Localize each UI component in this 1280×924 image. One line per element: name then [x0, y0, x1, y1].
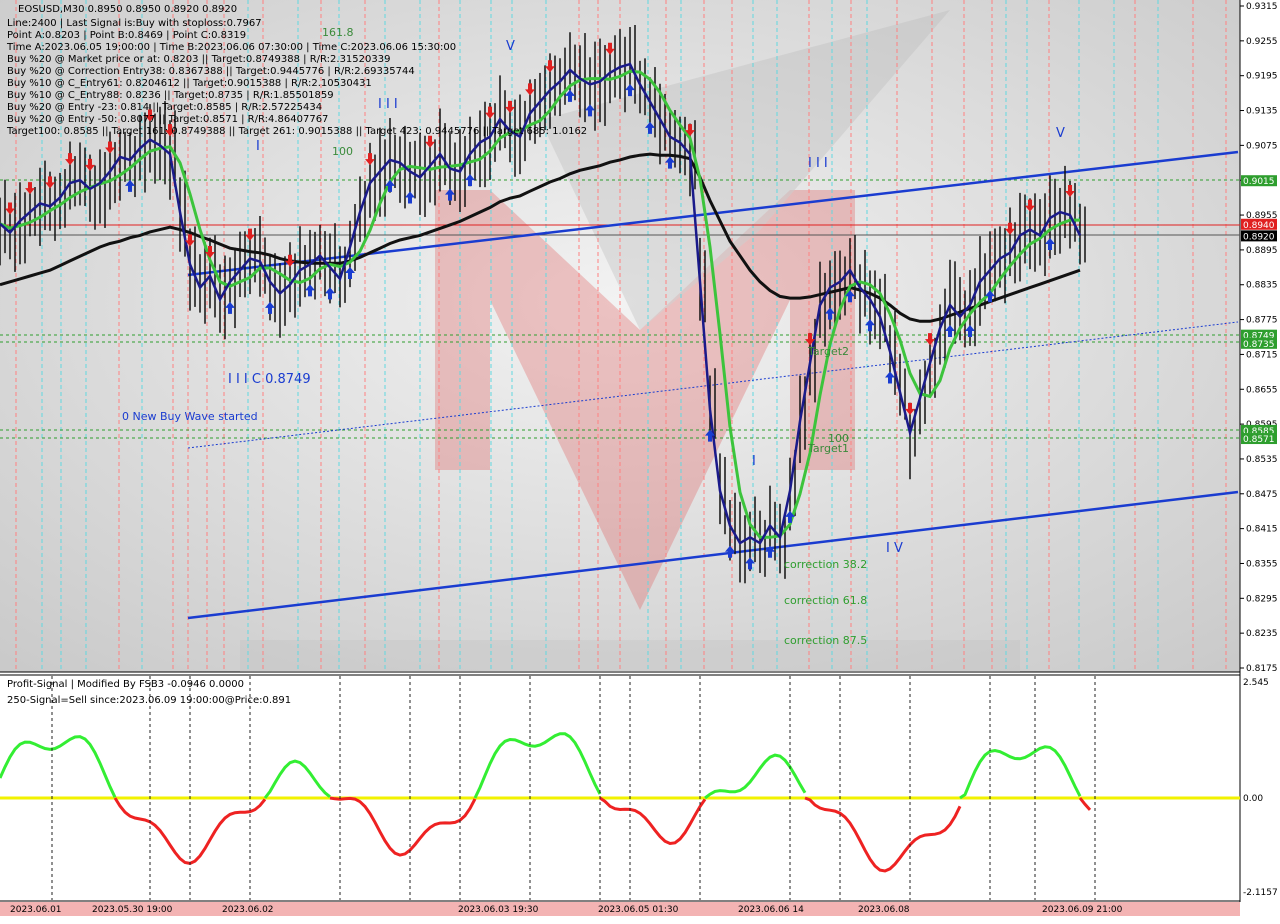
indicator-panel: [0, 675, 1240, 901]
price-tag-label: 0.8940: [1243, 221, 1275, 231]
info-line: Line:2400 | Last Signal is:Buy with stop…: [7, 18, 262, 29]
time-label: 2023.06.09 21:00: [1042, 905, 1123, 915]
time-label: 2023.06.01: [10, 905, 62, 915]
target1-label: Target1: [807, 442, 849, 455]
wave-label: I I I: [808, 156, 828, 171]
price-tick-label: 0.9255: [1246, 37, 1278, 47]
time-label: 2023.06.02: [222, 905, 274, 915]
price-tag-label: 0.8571: [1243, 435, 1275, 445]
info-line: Buy %20 @ Entry -23: 0.814 || Target:0.8…: [7, 102, 322, 113]
price-tick-label: 0.8895: [1246, 246, 1278, 256]
fib-label: 161.8: [322, 26, 354, 39]
time-axis: 2023.06.01 2023.05.30 19:00 2023.06.02 2…: [0, 902, 1240, 916]
price-tick-label: 0.8715: [1246, 350, 1278, 360]
osc-axis-top: 2.545: [1243, 678, 1269, 688]
price-tick-label: 0.9315: [1246, 2, 1278, 12]
time-label: 2023.06.05 01:30: [598, 905, 679, 915]
price-tick-label: 0.8355: [1246, 559, 1278, 569]
price-tick-label: 0.9195: [1246, 72, 1278, 82]
price-tick-label: 0.9135: [1246, 107, 1278, 117]
info-line: Buy %20 @ Entry -50: 0.8077 || Target:0.…: [7, 114, 328, 125]
price-tick-label: 0.8835: [1246, 281, 1278, 291]
new-wave-label: 0 New Buy Wave started: [122, 410, 258, 423]
wave-label: I I I: [378, 97, 398, 112]
price-tick-label: 0.8295: [1246, 594, 1278, 604]
price-tick-label: 0.8475: [1246, 490, 1278, 500]
price-tick-label: 0.8175: [1246, 664, 1278, 674]
indicator-signal-line: 250-Signal=Sell since:2023.06.09 19:00:0…: [7, 695, 291, 706]
price-tick-label: 0.8775: [1246, 316, 1278, 326]
chart-window: EOSUSD,M30 0.8950 0.8950 0.8920 0.8920 L…: [0, 0, 1280, 920]
info-line: Point A:0.8203 | Point B:0.8469 | Point …: [7, 30, 246, 41]
info-line: Buy %20 @ Market price or at: 0.8203 || …: [7, 54, 390, 65]
osc-axis-zero: 0.00: [1243, 794, 1263, 804]
price-tick-label: 0.8535: [1246, 455, 1278, 465]
symbol-line: EOSUSD,M30 0.8950 0.8950 0.8920 0.8920: [18, 4, 237, 15]
chart-canvas: EOSUSD,M30 0.8950 0.8950 0.8920 0.8920 L…: [0, 0, 1280, 920]
price-tag-label: 0.8920: [1243, 232, 1275, 242]
price-tick-label: 0.8655: [1246, 385, 1278, 395]
info-line: Buy %10 @ C_Entry88: 0.8236 || Target:0.…: [7, 90, 334, 101]
time-label: 2023.06.03 19:30: [458, 905, 539, 915]
time-label: 2023.05.30 19:00: [92, 905, 173, 915]
target2-label: Target2: [807, 345, 849, 358]
price-tick-label: 0.8415: [1246, 525, 1278, 535]
correction-label: correction 61.8: [784, 594, 867, 607]
wave-label: I: [752, 454, 756, 469]
info-line: Buy %20 @ Correction Entry38: 0.8367388 …: [7, 66, 415, 77]
price-tick-label: 0.9075: [1246, 141, 1278, 151]
c-level-label: I I I C 0.8749: [228, 372, 311, 387]
time-label: 2023.06.06 14: [738, 905, 804, 915]
info-line: Target100: 0.8585 || Target 161: 0.87493…: [6, 126, 587, 137]
time-label: 2023.06.08: [858, 905, 910, 915]
info-line: Time A:2023.06.05 19:00:00 | Time B:2023…: [6, 42, 456, 53]
osc-axis-bottom: -2.1157: [1243, 888, 1278, 898]
indicator-title: Profit-Signal | Modified By FSB3 -0.0946…: [7, 679, 244, 690]
fib-label: 100: [332, 145, 353, 158]
correction-label: correction 38.2: [784, 558, 867, 571]
correction-label: correction 87.5: [784, 634, 867, 647]
price-tag-label: 0.8735: [1243, 340, 1275, 350]
wave-label: I V: [886, 541, 903, 556]
wave-label: I: [256, 139, 260, 154]
price-tick-label: 0.8235: [1246, 629, 1278, 639]
info-line: Buy %10 @ C_Entry61: 0.8204612 || Target…: [7, 78, 372, 89]
price-tag-label: 0.9015: [1243, 177, 1275, 187]
wave-label: V: [1056, 126, 1065, 141]
wave-label: V: [506, 39, 515, 54]
